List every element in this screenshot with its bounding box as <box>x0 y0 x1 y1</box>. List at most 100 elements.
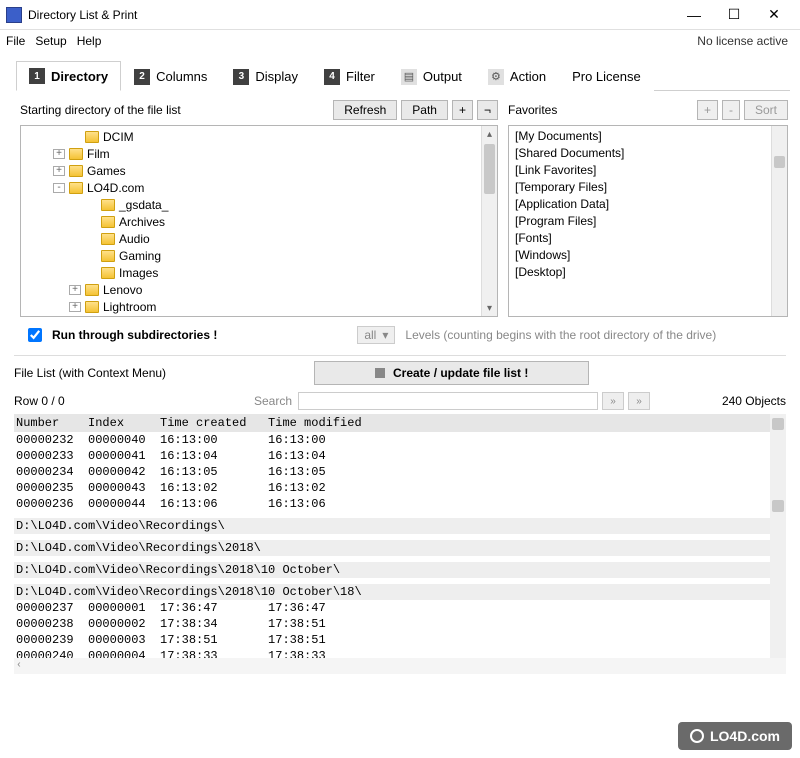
file-row[interactable]: 00000238 00000002 17:38:34 17:38:51 <box>14 616 786 632</box>
maximize-button[interactable]: ☐ <box>720 5 748 25</box>
tab-label: Pro License <box>572 69 641 84</box>
tree-item-label: Film <box>87 147 110 161</box>
favorite-item[interactable]: [My Documents] <box>515 128 781 145</box>
favorite-item[interactable]: [Link Favorites] <box>515 162 781 179</box>
close-button[interactable]: ✕ <box>760 5 788 25</box>
tab-label: Display <box>255 69 298 84</box>
collapse-icon[interactable]: - <box>53 183 65 193</box>
directory-tree[interactable]: +DCIM+Film+Games-LO4D.com+_gsdata_+Archi… <box>20 125 498 317</box>
path-button[interactable]: Path <box>401 100 448 120</box>
menu-file[interactable]: File <box>6 34 25 48</box>
expand-icon[interactable]: + <box>69 302 81 312</box>
tree-scrollbar[interactable]: ▴ ▾ <box>481 126 497 316</box>
search-next-button[interactable]: » <box>628 392 650 410</box>
tree-item[interactable]: +Lenovo <box>21 281 497 298</box>
fav-plus-button[interactable]: + <box>697 100 718 120</box>
file-list-label: File List (with Context Menu) <box>14 366 294 380</box>
tree-item[interactable]: +Games <box>21 162 497 179</box>
fav-sort-button[interactable]: Sort <box>744 100 788 120</box>
path-row[interactable]: D:\LO4D.com\Video\Recordings\ <box>14 518 786 534</box>
favorite-item[interactable]: [Desktop] <box>515 264 781 281</box>
file-list[interactable]: Number Index Time created Time modified … <box>14 414 786 674</box>
folder-icon <box>101 216 115 228</box>
menu-help[interactable]: Help <box>77 34 102 48</box>
favorite-item[interactable]: [Windows] <box>515 247 781 264</box>
tab-number-icon: 2 <box>134 69 150 85</box>
favorite-item[interactable]: [Program Files] <box>515 213 781 230</box>
tree-item[interactable]: +Audio <box>21 230 497 247</box>
run-through-checkbox[interactable] <box>28 328 42 342</box>
menu-setup[interactable]: Setup <box>35 34 66 48</box>
file-list-header[interactable]: Number Index Time created Time modified <box>14 414 786 432</box>
fav-minus-button[interactable]: - <box>722 100 740 120</box>
file-row[interactable]: 00000239 00000003 17:38:51 17:38:51 <box>14 632 786 648</box>
tab-display[interactable]: 3 Display <box>220 61 311 91</box>
file-row[interactable]: 00000232 00000040 16:13:00 16:13:00 <box>14 432 786 448</box>
path-neg-button[interactable]: ¬ <box>477 100 498 120</box>
tree-item[interactable]: + Film <box>21 145 497 162</box>
favorite-item[interactable]: [Temporary Files] <box>515 179 781 196</box>
tree-item[interactable]: + Lightroom <box>21 298 497 315</box>
folder-icon <box>69 165 83 177</box>
levels-combo[interactable]: all ▾ <box>357 326 395 344</box>
favorites-scrollbar[interactable] <box>771 126 787 316</box>
tab-label: Columns <box>156 69 207 84</box>
tab-pro-license[interactable]: Pro License <box>559 61 654 91</box>
folder-icon <box>85 301 99 313</box>
scroll-thumb[interactable] <box>772 418 784 430</box>
folder-icon <box>85 284 99 296</box>
scroll-thumb[interactable] <box>484 144 495 194</box>
filelist-v-scrollbar[interactable] <box>770 414 786 658</box>
tab-columns[interactable]: 2 Columns <box>121 61 220 91</box>
tree-item[interactable]: +Archives <box>21 213 497 230</box>
scroll-up-icon[interactable]: ▴ <box>482 126 497 142</box>
tree-item-label: Lightroom <box>103 300 156 314</box>
favorite-item[interactable]: [Application Data] <box>515 196 781 213</box>
tree-item[interactable]: +Images <box>21 264 497 281</box>
watermark: LO4D.com <box>678 722 792 750</box>
minimize-button[interactable]: — <box>680 5 708 25</box>
file-row[interactable]: 00000235 00000043 16:13:02 16:13:02 <box>14 480 786 496</box>
tree-item-label: Archives <box>119 215 165 229</box>
scroll-down-icon[interactable]: ▾ <box>482 300 497 316</box>
expand-icon[interactable]: + <box>53 166 65 176</box>
scroll-thumb[interactable] <box>774 156 785 168</box>
tree-item-label: Gaming <box>119 249 161 263</box>
favorite-item[interactable]: [Shared Documents] <box>515 145 781 162</box>
tab-output[interactable]: ▤ Output <box>388 61 475 91</box>
tree-item[interactable]: -LO4D.com <box>21 179 497 196</box>
refresh-button[interactable]: Refresh <box>333 100 397 120</box>
search-prev-button[interactable]: » <box>602 392 624 410</box>
file-row[interactable]: 00000237 00000001 17:36:47 17:36:47 <box>14 600 786 616</box>
folder-icon <box>69 148 83 160</box>
file-row[interactable]: 00000233 00000041 16:13:04 16:13:04 <box>14 448 786 464</box>
expand-icon[interactable]: + <box>69 285 81 295</box>
tab-number-icon: 3 <box>233 69 249 85</box>
chevron-right-icon: » <box>636 396 642 407</box>
tab-number-icon: 4 <box>324 69 340 85</box>
favorites-list[interactable]: [My Documents][Shared Documents][Link Fa… <box>508 125 788 317</box>
tree-item-label: _gsdata_ <box>119 198 168 212</box>
favorite-item[interactable]: [Fonts] <box>515 230 781 247</box>
search-input[interactable] <box>298 392 598 410</box>
run-through-label: Run through subdirectories ! <box>52 328 217 342</box>
path-plus-button[interactable]: + <box>452 100 473 120</box>
tab-filter[interactable]: 4 Filter <box>311 61 388 91</box>
file-row[interactable]: 00000234 00000042 16:13:05 16:13:05 <box>14 464 786 480</box>
create-update-button[interactable]: Create / update file list ! <box>314 361 589 385</box>
scroll-thumb[interactable] <box>772 500 784 512</box>
tree-item[interactable]: +savepart <box>21 315 497 317</box>
path-row[interactable]: D:\LO4D.com\Video\Recordings\2018\10 Oct… <box>14 584 786 600</box>
tab-directory[interactable]: 1 Directory <box>16 61 121 91</box>
expand-icon[interactable]: + <box>53 149 65 159</box>
scroll-left-icon[interactable]: ‹ <box>16 660 22 671</box>
path-row[interactable]: D:\LO4D.com\Video\Recordings\2018\10 Oct… <box>14 562 786 578</box>
tree-item[interactable]: +DCIM <box>21 128 497 145</box>
tree-item[interactable]: +Gaming <box>21 247 497 264</box>
tab-action[interactable]: ⚙ Action <box>475 61 559 91</box>
path-row[interactable]: D:\LO4D.com\Video\Recordings\2018\ <box>14 540 786 556</box>
tree-item[interactable]: +_gsdata_ <box>21 196 497 213</box>
filelist-h-scrollbar[interactable]: ‹ <box>14 658 786 674</box>
create-update-label: Create / update file list ! <box>393 366 528 380</box>
file-row[interactable]: 00000236 00000044 16:13:06 16:13:06 <box>14 496 786 512</box>
